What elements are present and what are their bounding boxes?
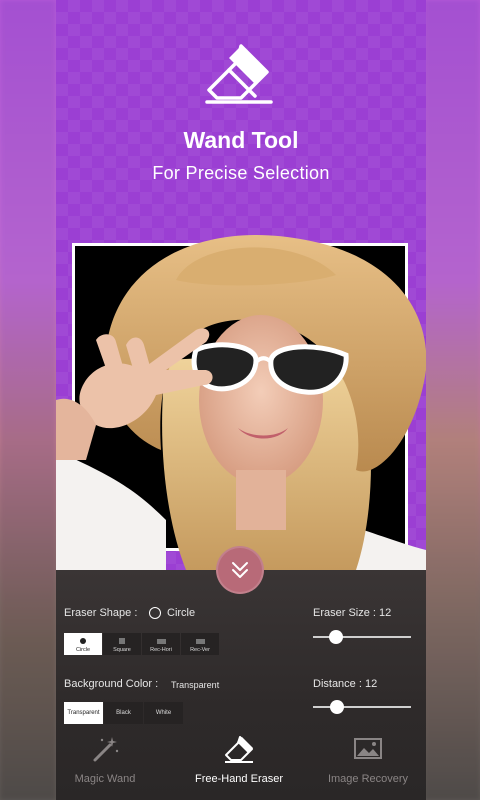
- distance-label: Distance : 12: [313, 678, 378, 690]
- tab-label: Magic Wand: [74, 773, 136, 785]
- tab-magic-wand[interactable]: Magic Wand: [56, 735, 160, 785]
- tab-free-hand-eraser[interactable]: Free-Hand Eraser: [184, 735, 294, 785]
- square-shape-icon: [119, 638, 125, 644]
- left-background-blur: [0, 0, 56, 800]
- background-color-label: Background Color :: [64, 678, 159, 690]
- right-background-blur: [424, 0, 480, 800]
- eraser-size-slider[interactable]: [313, 630, 411, 644]
- page-title: Wand Tool: [183, 127, 299, 153]
- slider-track: [313, 636, 411, 638]
- eraser-icon: [225, 736, 253, 763]
- background-option-black[interactable]: Black: [104, 702, 143, 724]
- page-subtitle: For Precise Selection: [152, 163, 330, 183]
- slider-thumb[interactable]: [329, 700, 344, 714]
- shape-option-label: Square: [113, 647, 131, 653]
- shape-option-rec-ver[interactable]: Rec-Ver: [181, 633, 219, 655]
- double-chevron-down-icon: [232, 562, 248, 578]
- shape-option-circle[interactable]: Circle: [64, 633, 102, 655]
- app-screen: Wand Tool For Precise Selection Eraser S…: [56, 0, 426, 800]
- slider-thumb[interactable]: [328, 630, 343, 644]
- eraser-shape-value: Circle: [167, 607, 196, 619]
- eraser-size-label: Eraser Size : 12: [313, 607, 392, 619]
- background-option-white[interactable]: White: [144, 702, 183, 724]
- background-color-value: Transparent: [171, 680, 220, 690]
- background-color-options: Transparent Black White: [64, 702, 183, 724]
- eraser-shape-radio[interactable]: [149, 607, 161, 619]
- shape-option-rec-hori[interactable]: Rec-Hori: [142, 633, 180, 655]
- tab-label: Image Recovery: [327, 773, 409, 785]
- shape-option-label: Circle: [75, 647, 91, 653]
- distance-slider[interactable]: [313, 700, 411, 714]
- slider-track: [313, 706, 411, 708]
- magic-wand-icon: [93, 737, 119, 762]
- circle-shape-icon: [80, 638, 86, 644]
- shape-option-square[interactable]: Square: [103, 633, 141, 655]
- tab-image-recovery[interactable]: Image Recovery: [313, 735, 423, 785]
- collapse-panel-button[interactable]: [216, 546, 264, 594]
- vertical-rectangle-icon: [195, 639, 205, 644]
- image-icon: [354, 738, 382, 759]
- shape-option-label: Rec-Ver: [190, 647, 210, 653]
- eraser-shape-options: Circle Square Rec-Hori Rec-Ver: [64, 633, 219, 655]
- eraser-shape-label: Eraser Shape :: [64, 607, 138, 619]
- horizontal-rectangle-icon: [156, 639, 166, 644]
- woman-with-hat-photo: [56, 234, 426, 570]
- background-option-transparent[interactable]: Transparent: [64, 702, 103, 724]
- eraser-icon: [205, 44, 273, 104]
- shape-option-label: Rec-Hori: [150, 647, 172, 653]
- tab-label: Free-Hand Eraser: [194, 773, 284, 785]
